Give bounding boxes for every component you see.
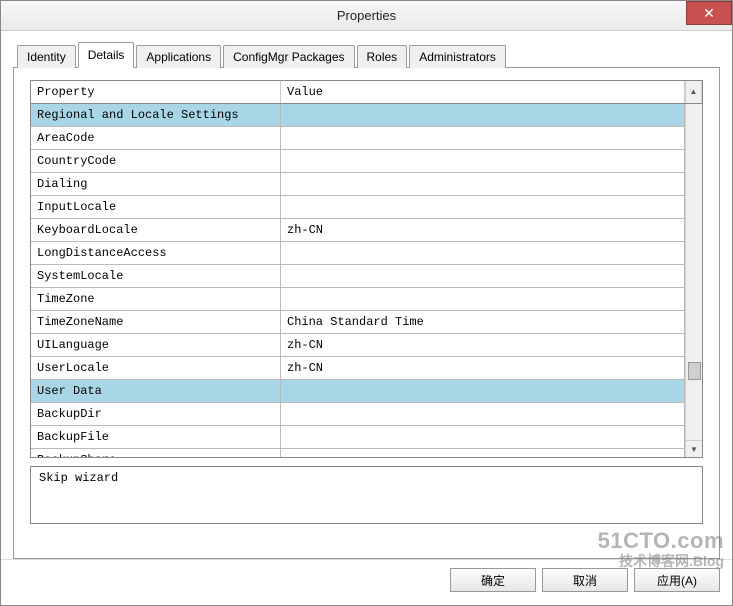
grid-header: Property Value ▲: [31, 81, 702, 104]
close-button[interactable]: ✕: [686, 1, 732, 25]
close-icon: ✕: [703, 5, 715, 22]
value-cell[interactable]: [281, 127, 685, 149]
value-cell[interactable]: [281, 242, 685, 264]
grid-row[interactable]: BackupShare: [31, 449, 685, 457]
grid-row[interactable]: KeyboardLocalezh-CN: [31, 219, 685, 242]
scroll-up-button[interactable]: ▲: [685, 81, 702, 103]
grid-group-row[interactable]: User Data: [31, 380, 685, 403]
grid-row[interactable]: AreaCode: [31, 127, 685, 150]
tab-administrators[interactable]: Administrators: [409, 45, 506, 68]
value-cell: [281, 380, 685, 402]
tab-configmgr-packages[interactable]: ConfigMgr Packages: [223, 45, 354, 68]
dialog-button-row: 确定 取消 应用(A): [1, 559, 732, 602]
grid-row[interactable]: TimeZoneNameChina Standard Time: [31, 311, 685, 334]
description-box: Skip wizard: [30, 466, 703, 524]
property-grid: Property Value ▲ Regional and Locale Set…: [30, 80, 703, 458]
property-cell: Dialing: [31, 173, 281, 195]
value-cell[interactable]: [281, 173, 685, 195]
header-value[interactable]: Value: [281, 81, 685, 103]
value-cell[interactable]: [281, 449, 685, 457]
value-cell[interactable]: [281, 265, 685, 287]
grid-row[interactable]: LongDistanceAccess: [31, 242, 685, 265]
scrollbar-thumb[interactable]: [688, 362, 701, 380]
window-title: Properties: [337, 8, 396, 23]
grid-body: Regional and Locale SettingsAreaCodeCoun…: [31, 104, 702, 457]
ok-button[interactable]: 确定: [450, 568, 536, 592]
tab-strip: Identity Details Applications ConfigMgr …: [17, 41, 720, 67]
value-cell[interactable]: [281, 150, 685, 172]
value-cell[interactable]: [281, 288, 685, 310]
property-cell: SystemLocale: [31, 265, 281, 287]
property-cell: Regional and Locale Settings: [31, 104, 281, 126]
value-cell: [281, 104, 685, 126]
grid-row[interactable]: UserLocalezh-CN: [31, 357, 685, 380]
property-cell: AreaCode: [31, 127, 281, 149]
value-cell[interactable]: [281, 196, 685, 218]
property-cell: BackupShare: [31, 449, 281, 457]
value-cell[interactable]: zh-CN: [281, 357, 685, 379]
grid-row[interactable]: InputLocale: [31, 196, 685, 219]
property-cell: BackupFile: [31, 426, 281, 448]
grid-row[interactable]: CountryCode: [31, 150, 685, 173]
tab-roles[interactable]: Roles: [357, 45, 408, 68]
property-cell: TimeZoneName: [31, 311, 281, 333]
value-cell[interactable]: zh-CN: [281, 219, 685, 241]
property-cell: CountryCode: [31, 150, 281, 172]
property-cell: BackupDir: [31, 403, 281, 425]
value-cell[interactable]: [281, 426, 685, 448]
value-cell[interactable]: China Standard Time: [281, 311, 685, 333]
property-cell: UserLocale: [31, 357, 281, 379]
property-cell: User Data: [31, 380, 281, 402]
grid-row[interactable]: SystemLocale: [31, 265, 685, 288]
value-cell[interactable]: zh-CN: [281, 334, 685, 356]
grid-row[interactable]: Dialing: [31, 173, 685, 196]
window-titlebar: Properties ✕: [1, 1, 732, 31]
grid-row[interactable]: BackupDir: [31, 403, 685, 426]
value-cell[interactable]: [281, 403, 685, 425]
property-cell: KeyboardLocale: [31, 219, 281, 241]
header-property[interactable]: Property: [31, 81, 281, 103]
vertical-scrollbar[interactable]: ▼: [685, 104, 702, 457]
property-cell: UILanguage: [31, 334, 281, 356]
grid-group-row[interactable]: Regional and Locale Settings: [31, 104, 685, 127]
tab-applications[interactable]: Applications: [136, 45, 221, 68]
dialog-content: Identity Details Applications ConfigMgr …: [1, 31, 732, 559]
details-panel: Property Value ▲ Regional and Locale Set…: [13, 67, 720, 559]
apply-button[interactable]: 应用(A): [634, 568, 720, 592]
scroll-down-button[interactable]: ▼: [686, 440, 702, 457]
property-cell: LongDistanceAccess: [31, 242, 281, 264]
cancel-button[interactable]: 取消: [542, 568, 628, 592]
description-text: Skip wizard: [39, 471, 118, 485]
property-cell: TimeZone: [31, 288, 281, 310]
grid-row[interactable]: BackupFile: [31, 426, 685, 449]
tab-identity[interactable]: Identity: [17, 45, 76, 68]
grid-row[interactable]: TimeZone: [31, 288, 685, 311]
property-cell: InputLocale: [31, 196, 281, 218]
tab-details[interactable]: Details: [78, 42, 135, 68]
grid-row[interactable]: UILanguagezh-CN: [31, 334, 685, 357]
